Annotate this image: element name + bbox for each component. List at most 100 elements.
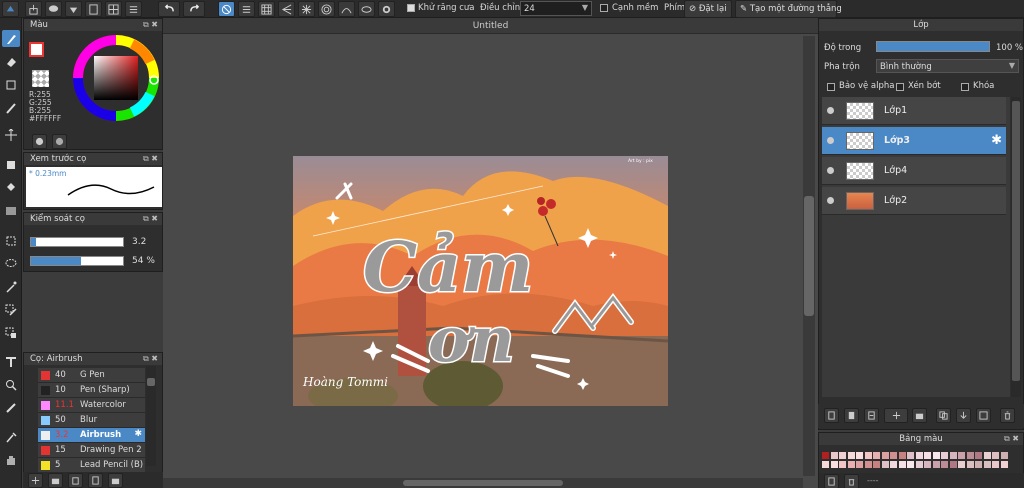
palette-swatch[interactable]	[966, 461, 974, 468]
add-layer-menu-icon[interactable]	[884, 408, 908, 423]
brush-list-scrollbar[interactable]	[146, 366, 156, 466]
export-icon[interactable]	[25, 1, 42, 17]
brush-list-item[interactable]: 10 Pen (Sharp)	[38, 383, 145, 398]
layer-visibility-icon[interactable]	[827, 137, 834, 144]
palette-swatch[interactable]	[822, 452, 829, 459]
panel-controls-icon[interactable]: ⧉ ✖	[1004, 433, 1019, 445]
text-tool-icon[interactable]	[2, 353, 20, 370]
layer-row[interactable]: Lớp3 ✱	[822, 127, 1006, 155]
palette-swatch[interactable]	[915, 461, 923, 468]
panel-controls-icon[interactable]: ⧉ ✖	[143, 213, 158, 225]
brush-list-scroll-thumb[interactable]	[147, 378, 155, 386]
reset-button[interactable]: ⊘ Đặt lại	[684, 0, 732, 18]
select-pen-tool-icon[interactable]	[2, 301, 20, 318]
undo-icon[interactable]	[158, 1, 180, 17]
panel-controls-icon[interactable]: ⧉ ✖	[143, 19, 158, 31]
palette-swatch[interactable]	[958, 461, 965, 468]
palette-swatch[interactable]	[839, 452, 846, 459]
palette-swatch[interactable]	[873, 452, 880, 459]
foreground-color-swatch[interactable]	[29, 42, 44, 57]
circle-snap-icon[interactable]	[318, 1, 335, 17]
palette-swatch[interactable]	[924, 452, 931, 459]
palette-swatch[interactable]	[839, 461, 846, 468]
palette-swatch[interactable]	[1000, 461, 1008, 468]
palette-swatch[interactable]	[949, 461, 957, 468]
layer-settings-icon[interactable]	[976, 408, 991, 423]
transparent-color-swatch[interactable]	[32, 70, 49, 87]
new-halftone-layer-icon[interactable]	[864, 408, 879, 423]
magic-wand-tool-icon[interactable]	[2, 278, 20, 295]
palette-swatch[interactable]	[975, 461, 982, 468]
eyedropper-tool-icon[interactable]	[2, 428, 20, 445]
layer-visibility-icon[interactable]	[827, 167, 834, 174]
palette-swatch[interactable]	[856, 461, 863, 468]
palette-swatch[interactable]	[924, 461, 931, 468]
lasso-tool-icon[interactable]	[2, 255, 20, 272]
select-tool-icon[interactable]	[2, 232, 20, 249]
app-logo-icon[interactable]	[2, 1, 19, 17]
palette-swatch[interactable]	[983, 461, 991, 468]
add-brush-icon[interactable]	[28, 473, 43, 488]
palette-swatch[interactable]	[941, 461, 948, 468]
comment-icon[interactable]	[45, 1, 62, 17]
clipping-checkbox[interactable]	[896, 83, 904, 91]
palette-swatch[interactable]	[932, 452, 940, 459]
layer-row[interactable]: Lớp2	[822, 187, 1006, 215]
layer-row[interactable]: Lớp1	[822, 97, 1006, 125]
palette-swatch[interactable]	[898, 452, 906, 459]
new-palette-icon[interactable]	[824, 474, 839, 488]
palette-swatch[interactable]	[966, 452, 974, 459]
curve-snap-icon[interactable]	[338, 1, 355, 17]
layer-visibility-icon[interactable]	[827, 197, 834, 204]
layer-folder-icon[interactable]	[912, 408, 927, 423]
palette-swatch[interactable]	[830, 452, 838, 459]
list-icon[interactable]	[125, 1, 142, 17]
crisscross-snap-icon[interactable]	[258, 1, 275, 17]
brush-opacity-slider[interactable]	[30, 256, 124, 266]
redo-icon[interactable]	[183, 1, 205, 17]
brush-folder-icon[interactable]	[48, 473, 63, 488]
brush-list-item[interactable]: 40 G Pen	[38, 368, 145, 383]
blend-mode-select[interactable]: Bình thường ▼	[876, 59, 1019, 73]
brush-list-item[interactable]: 11.1 Watercolor	[38, 398, 145, 413]
soft-edge-checkbox[interactable]	[600, 4, 608, 12]
palette-swatch[interactable]	[907, 452, 914, 459]
parallel-snap-icon[interactable]	[238, 1, 255, 17]
palette-swatch[interactable]	[822, 461, 829, 468]
palette-swatch[interactable]	[881, 452, 889, 459]
new-color-layer-icon[interactable]	[844, 408, 859, 423]
palette-swatch[interactable]	[864, 452, 872, 459]
layer-row[interactable]: Lớp4	[822, 157, 1006, 185]
layer-visibility-icon[interactable]	[827, 107, 834, 114]
palette-swatch[interactable]	[856, 452, 863, 459]
snap-settings-icon[interactable]	[378, 1, 395, 17]
bucket-tool-icon[interactable]	[2, 178, 20, 195]
canvas-v-scroll-thumb[interactable]	[804, 196, 814, 316]
lock-checkbox[interactable]	[961, 83, 969, 91]
brush-list-item[interactable]: 15 Drawing Pen 2	[38, 443, 145, 458]
fill-rect-tool-icon[interactable]	[2, 156, 20, 173]
canvas-h-scroll-thumb[interactable]	[403, 480, 563, 486]
brush-list-item[interactable]: 5 Lead Pencil (B)	[38, 458, 145, 473]
panel-controls-icon[interactable]: ⧉ ✖	[143, 353, 158, 365]
hand-tool-icon[interactable]	[2, 451, 20, 468]
no-snap-icon[interactable]	[218, 1, 235, 17]
divide-tool-icon[interactable]	[2, 399, 20, 416]
palette-swatch[interactable]	[890, 461, 897, 468]
palette-swatch[interactable]	[873, 461, 880, 468]
rectangle-tool-icon[interactable]	[2, 76, 20, 93]
ellipse-snap-icon[interactable]	[358, 1, 375, 17]
canvas-v-scrollbar[interactable]	[803, 36, 815, 476]
brush-list-item[interactable]: 3.2 Airbrush ✱	[38, 428, 145, 443]
artwork-canvas[interactable]: Cảm ơn Art by : pix Hoàng Tommi	[293, 156, 668, 406]
protect-alpha-checkbox[interactable]	[827, 83, 835, 91]
palette-swatch[interactable]	[983, 452, 991, 459]
duplicate-brush-icon[interactable]	[68, 473, 83, 488]
move-tool-icon[interactable]	[2, 126, 20, 143]
brush-list-item[interactable]: 50 Blur	[38, 413, 145, 428]
palette-swatch[interactable]	[890, 452, 897, 459]
layer-list-scroll-thumb[interactable]	[1012, 101, 1020, 381]
layer-settings-gear-icon[interactable]: ✱	[991, 133, 1002, 148]
antialias-checkbox[interactable]	[407, 4, 415, 12]
brush-open-folder-icon[interactable]	[108, 473, 123, 488]
